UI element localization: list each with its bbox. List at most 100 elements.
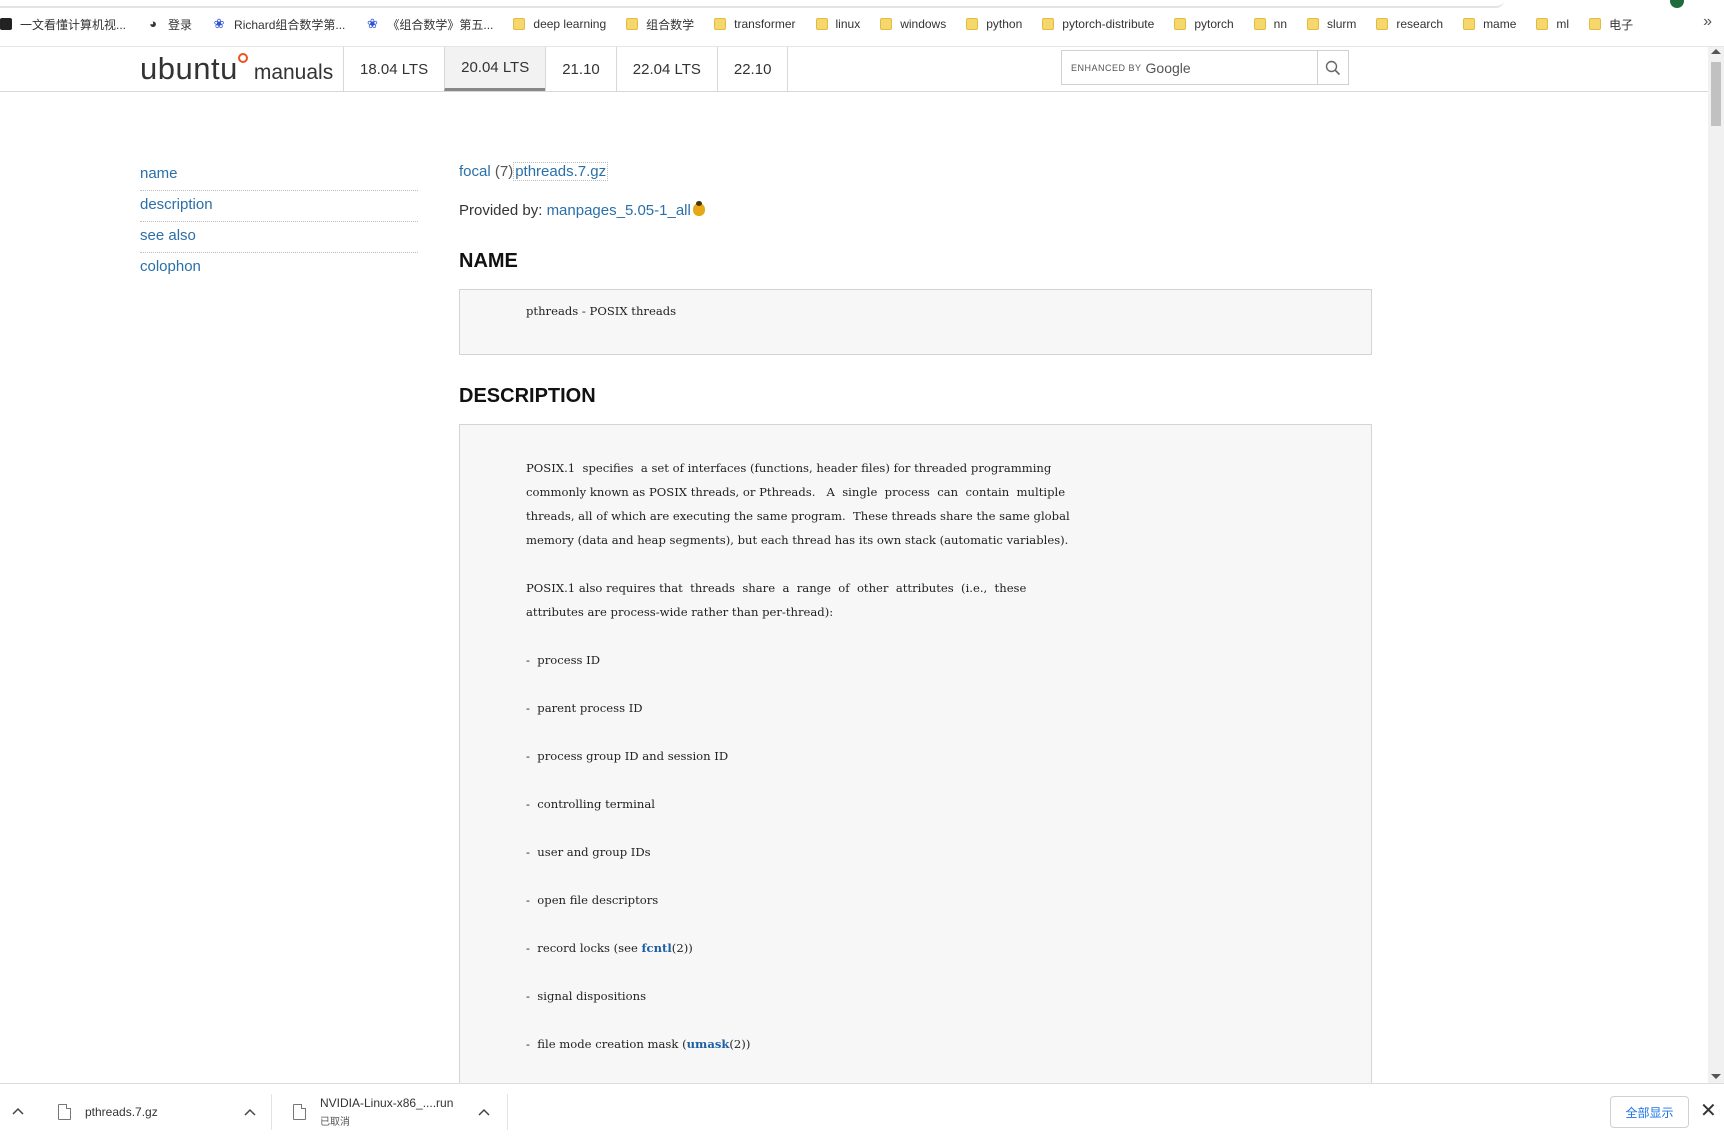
attribute-list-item: - file mode creation mask (umask(2)) <box>526 1032 1371 1056</box>
list-item-text: - process ID <box>526 653 601 667</box>
bookmark-label: 登录 <box>168 17 193 32</box>
section-nav: name description see also colophon <box>140 160 418 284</box>
section-nav-link[interactable]: colophon <box>140 253 418 284</box>
bookmark-label: nn <box>1273 17 1288 31</box>
bookmark-label: linux <box>835 17 861 31</box>
bookmark-label: research <box>1396 17 1444 31</box>
bookmark-item[interactable]: nn <box>1253 13 1288 35</box>
attribute-list-item: - user and group IDs <box>526 840 1371 864</box>
folder-icon <box>1042 18 1055 30</box>
baidu-paw-icon: ❀ <box>213 16 225 31</box>
bug-report-icon[interactable] <box>692 201 705 216</box>
provided-by: Provided by: manpages_5.05-1_all <box>459 201 1372 221</box>
tab-strip-edge <box>0 0 1504 8</box>
logo-ubuntu-text: ubuntu <box>140 51 248 87</box>
list-item-text: (2)) <box>671 941 693 955</box>
man-page-ref-link[interactable]: fcntl <box>642 941 672 955</box>
tab-version[interactable]: 22.10 <box>716 47 789 91</box>
github-icon: ◕ <box>149 16 157 31</box>
folder-icon <box>1536 18 1549 30</box>
scroll-up-arrow-icon[interactable] <box>1711 49 1721 54</box>
bookmark-item[interactable]: ❀ 《组合数学》第五... <box>365 13 493 35</box>
bookmark-label: pytorch <box>1194 17 1234 31</box>
bookmark-item[interactable]: 电子 <box>1589 13 1633 35</box>
list-item-text: - user and group IDs <box>526 845 651 859</box>
description-heading: DESCRIPTION <box>459 385 596 407</box>
bookmark-item[interactable]: transformer <box>714 13 796 35</box>
folder-icon <box>966 18 979 30</box>
folder-icon <box>1463 18 1476 30</box>
download-item[interactable]: pthreads.7.gz <box>41 1094 272 1130</box>
logo-manuals-text: manuals <box>253 61 334 84</box>
attribute-list-item: - controlling terminal <box>526 792 1371 816</box>
crumb-file-link[interactable]: pthreads.7.gz <box>513 162 609 181</box>
man-page-ref-link[interactable]: umask <box>687 1037 730 1051</box>
file-icon <box>293 1104 306 1120</box>
bookmark-item[interactable]: python <box>966 13 1022 35</box>
bookmark-label: Richard组合数学第... <box>234 17 346 32</box>
list-item-text: - open file descriptors <box>526 893 659 907</box>
baidu-paw-icon: ❀ <box>366 16 378 31</box>
name-block: pthreads - POSIX threads <box>459 289 1372 355</box>
scrollbar-thumb[interactable] <box>1711 62 1721 126</box>
bookmark-item[interactable]: 一文看懂计算机视... <box>0 13 126 35</box>
chevron-up-icon[interactable] <box>478 1108 490 1116</box>
bookmark-site-icon <box>0 18 12 30</box>
folder-icon <box>815 18 828 30</box>
profile-avatar[interactable] <box>1670 0 1684 8</box>
bookmark-item[interactable]: 组合数学 <box>626 13 694 35</box>
chevron-up-icon[interactable] <box>12 1107 24 1115</box>
folder-icon <box>1174 18 1187 30</box>
section-nav-link[interactable]: see also <box>140 222 418 253</box>
search-input[interactable]: ENHANCED BY Google <box>1062 51 1317 84</box>
show-all-downloads-button[interactable]: 全部显示 <box>1610 1096 1689 1128</box>
download-status: 已取消 <box>320 1117 350 1128</box>
bookmark-item[interactable]: linux <box>815 13 861 35</box>
search-button[interactable] <box>1317 51 1348 84</box>
bookmark-item[interactable]: pytorch-distribute <box>1042 13 1154 35</box>
section-nav-link[interactable]: name <box>140 160 418 191</box>
name-text: pthreads - POSIX threads <box>526 304 677 318</box>
name-heading: NAME <box>459 250 518 272</box>
list-item-text: - process group ID and session ID <box>526 749 729 763</box>
bookmark-item[interactable]: ◕ 登录 <box>146 13 192 35</box>
tab-version[interactable]: 20.04 LTS <box>444 47 546 91</box>
tab-version[interactable]: 18.04 LTS <box>343 47 444 91</box>
close-downloads-bar-button[interactable]: ✕ <box>1700 1101 1717 1121</box>
attribute-list-item: - parent process ID <box>526 696 1371 720</box>
package-link[interactable]: manpages_5.05-1_all <box>547 202 691 219</box>
attribute-list-item: - process ID <box>526 648 1371 672</box>
bookmark-label: mame <box>1483 17 1517 31</box>
crumb-section: (7) <box>494 163 514 180</box>
crumb-release-link[interactable]: focal <box>459 163 491 180</box>
page-scrollbar[interactable] <box>1708 47 1724 1083</box>
attribute-list-item: - process group ID and session ID <box>526 744 1371 768</box>
site-header: ubuntu manuals 18.04 LTS 20.04 LTS 21.10 22… <box>0 47 1708 92</box>
description-paragraph-1: POSIX.1 specifies a set of interfaces (f… <box>526 461 1070 547</box>
chevron-up-icon[interactable] <box>244 1108 256 1116</box>
bookmarks-overflow-button[interactable]: » <box>1703 13 1712 31</box>
bookmarks-list: 一文看懂计算机视... ◕ 登录 ❀ Richard组合数学第... ❀ 《组合数学》第五.… <box>0 13 1653 35</box>
bookmark-label: windows <box>900 17 947 31</box>
version-tabs: 18.04 LTS 20.04 LTS 21.10 22.04 LTS 22.10 <box>343 47 789 92</box>
bookmark-item[interactable]: pytorch <box>1174 13 1234 35</box>
bookmark-item[interactable]: ❀ Richard组合数学第... <box>212 13 346 35</box>
download-filename: pthreads.7.gz <box>85 1105 158 1119</box>
download-item[interactable]: NVIDIA-Linux-x86_....run 已取消 <box>271 1094 508 1130</box>
tab-version[interactable]: 22.04 LTS <box>615 47 717 91</box>
scroll-down-arrow-icon[interactable] <box>1711 1074 1721 1079</box>
attribute-list-item: - open file descriptors <box>526 888 1371 912</box>
bookmark-item[interactable]: mame <box>1463 13 1516 35</box>
bookmark-item[interactable]: windows <box>880 13 946 35</box>
tab-version[interactable]: 21.10 <box>545 47 616 91</box>
bookmark-item[interactable]: deep learning <box>513 13 606 35</box>
bookmark-label: 《组合数学》第五... <box>387 17 494 32</box>
folder-icon <box>626 18 639 30</box>
ubuntu-manuals-logo[interactable]: ubuntu manuals <box>140 49 333 89</box>
breadcrumb: focal (7) pthreads.7.gz <box>459 160 1372 184</box>
section-nav-link[interactable]: description <box>140 191 418 222</box>
bookmark-item[interactable]: slurm <box>1307 13 1356 35</box>
bookmark-item[interactable]: ml <box>1536 13 1569 35</box>
attributes-list: - process ID - parent process ID - process… <box>526 648 1371 1104</box>
bookmark-item[interactable]: research <box>1376 13 1443 35</box>
